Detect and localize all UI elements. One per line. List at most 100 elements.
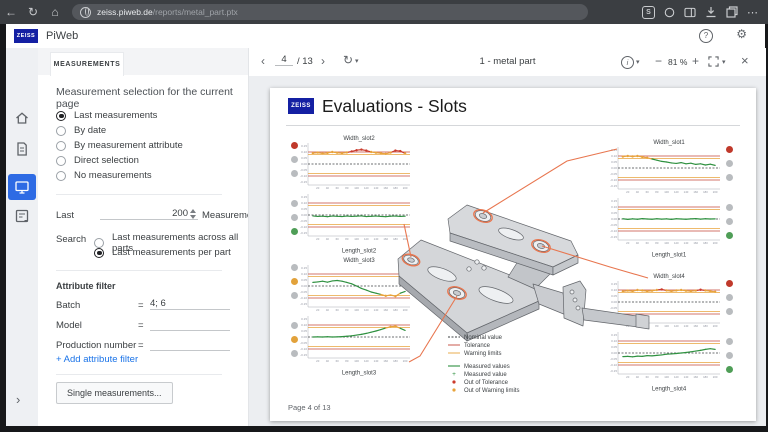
radio-icon[interactable] [56, 126, 66, 136]
measurement-chart: Width_slot30.150.100.050.00-0.05-0.10-0.… [300, 255, 412, 319]
svg-text:0.05: 0.05 [301, 156, 307, 160]
zoom-out-icon[interactable]: − [655, 54, 662, 68]
browser-home-icon[interactable]: ⌂ [44, 0, 66, 24]
browser-actions: S ⋯ [642, 0, 758, 24]
svg-text:100: 100 [354, 186, 359, 190]
info-caret-icon[interactable]: ▾ [636, 58, 640, 66]
svg-text:180: 180 [393, 186, 398, 190]
svg-text:20: 20 [316, 308, 320, 312]
svg-text:160: 160 [693, 375, 698, 379]
svg-text:160: 160 [693, 190, 698, 194]
radio-label: Last measurements per part [112, 247, 231, 258]
svg-text:0.05: 0.05 [611, 211, 617, 215]
svg-text:20: 20 [626, 190, 630, 194]
form-edit-icon[interactable] [14, 208, 30, 224]
svg-text:180: 180 [393, 237, 398, 241]
svg-text:120: 120 [364, 308, 369, 312]
traffic-light-green [291, 228, 298, 235]
filter-op: = [138, 300, 144, 311]
more-menu-icon[interactable]: ⋯ [747, 6, 758, 19]
info-icon[interactable]: i [621, 56, 634, 69]
traffic-light-gray [291, 350, 298, 357]
close-icon[interactable]: × [741, 53, 749, 68]
attribute-filter-heading: Attribute filter [56, 281, 116, 291]
svg-text:20: 20 [316, 237, 320, 241]
measurement-chart: Length_slot30.150.100.050.00-0.05-0.10-0… [300, 313, 412, 377]
radio-last-measurements[interactable]: Last measurements [56, 110, 157, 121]
monitoring-icon[interactable] [14, 179, 30, 195]
collections-icon[interactable] [664, 7, 675, 18]
traffic-light-red [726, 280, 733, 287]
svg-text:20: 20 [626, 241, 630, 245]
svg-text:160: 160 [383, 186, 388, 190]
svg-text:160: 160 [693, 241, 698, 245]
svg-text:120: 120 [674, 190, 679, 194]
reports-icon[interactable] [14, 141, 30, 157]
split-screen-icon[interactable] [684, 7, 696, 18]
radio-no-measurements[interactable]: No measurements [56, 170, 152, 181]
radio-direct-selection[interactable]: Direct selection [56, 155, 139, 166]
svg-text:20: 20 [316, 359, 320, 363]
download-icon[interactable] [705, 6, 717, 18]
zoom-in-icon[interactable]: + [692, 54, 699, 68]
filter-op: = [138, 340, 144, 351]
radio-by-date[interactable]: By date [56, 125, 106, 136]
back-icon[interactable]: ← [0, 0, 22, 24]
filter-model-input[interactable] [150, 318, 230, 331]
svg-text:120: 120 [674, 375, 679, 379]
measurement-chart: Length_slot10.150.100.050.00-0.05-0.10-0… [610, 195, 722, 259]
radio-by-measurement-attribute[interactable]: By measurement attribute [56, 140, 183, 151]
measurement-chart: Length_slot40.150.100.050.00-0.05-0.10-0… [610, 329, 722, 393]
gear-icon[interactable]: ⚙ [736, 27, 747, 41]
svg-text:40: 40 [636, 375, 640, 379]
traffic-light-gray [726, 352, 733, 359]
radio-icon[interactable] [56, 156, 66, 166]
fit-caret-icon[interactable]: ▾ [722, 58, 726, 66]
svg-text:0.15: 0.15 [611, 148, 617, 152]
site-info-icon[interactable] [80, 7, 91, 18]
add-attribute-filter-link[interactable]: + Add attribute filter [56, 354, 138, 365]
radio-label: By measurement attribute [74, 140, 183, 151]
traffic-light-orange [291, 336, 298, 343]
svg-text:140: 140 [374, 308, 379, 312]
tab-measurements[interactable]: MEASUREMENTS [50, 52, 124, 76]
home-icon[interactable] [14, 110, 30, 126]
svg-text:-0.10: -0.10 [300, 296, 307, 300]
reload-icon[interactable]: ↻ [22, 0, 44, 24]
last-count-input[interactable]: 200 [100, 208, 198, 220]
filter-label-batch: Batch [56, 300, 80, 311]
filter-production-number-input[interactable] [150, 338, 230, 351]
radio-icon[interactable] [56, 141, 66, 151]
expand-rail-icon[interactable]: › [16, 392, 20, 407]
svg-text:80: 80 [345, 186, 349, 190]
traffic-light-gray [291, 200, 298, 207]
report-title: Evaluations - Slots [322, 96, 467, 117]
radio-icon[interactable] [94, 248, 104, 258]
svg-text:-0.15: -0.15 [610, 318, 617, 322]
svg-text:Width_slot1: Width_slot1 [653, 140, 685, 146]
radio-icon[interactable] [56, 111, 66, 121]
svg-text:0.10: 0.10 [611, 205, 617, 209]
radio-icon[interactable] [56, 171, 66, 181]
help-icon[interactable]: ? [699, 29, 713, 43]
svg-text:60: 60 [646, 324, 650, 328]
stepper-icon[interactable] [190, 209, 196, 219]
svg-text:140: 140 [684, 375, 689, 379]
extension-icon[interactable]: S [642, 6, 655, 19]
svg-text:20: 20 [626, 375, 630, 379]
traffic-light-gray [726, 218, 733, 225]
svg-text:40: 40 [636, 190, 640, 194]
svg-text:180: 180 [703, 190, 708, 194]
browser-essentials-icon[interactable] [726, 6, 738, 18]
traffic-light-gray [726, 174, 733, 181]
nav-rail: › [6, 48, 38, 426]
svg-text:80: 80 [655, 241, 659, 245]
filter-batch-input[interactable]: 4; 6 [150, 298, 230, 310]
svg-text:80: 80 [345, 308, 349, 312]
radio-per-part[interactable]: Last measurements per part [94, 247, 231, 258]
fit-to-screen-icon[interactable] [708, 56, 719, 67]
address-bar[interactable]: zeiss.piweb.de /reports/metal_part.ptx [72, 4, 588, 20]
single-measurements-button[interactable]: Single measurements... [56, 382, 173, 404]
radio-label: Direct selection [74, 155, 139, 166]
chart-block-Length_slot2: Length_slot20.150.100.050.00-0.05-0.10-0… [288, 191, 414, 255]
